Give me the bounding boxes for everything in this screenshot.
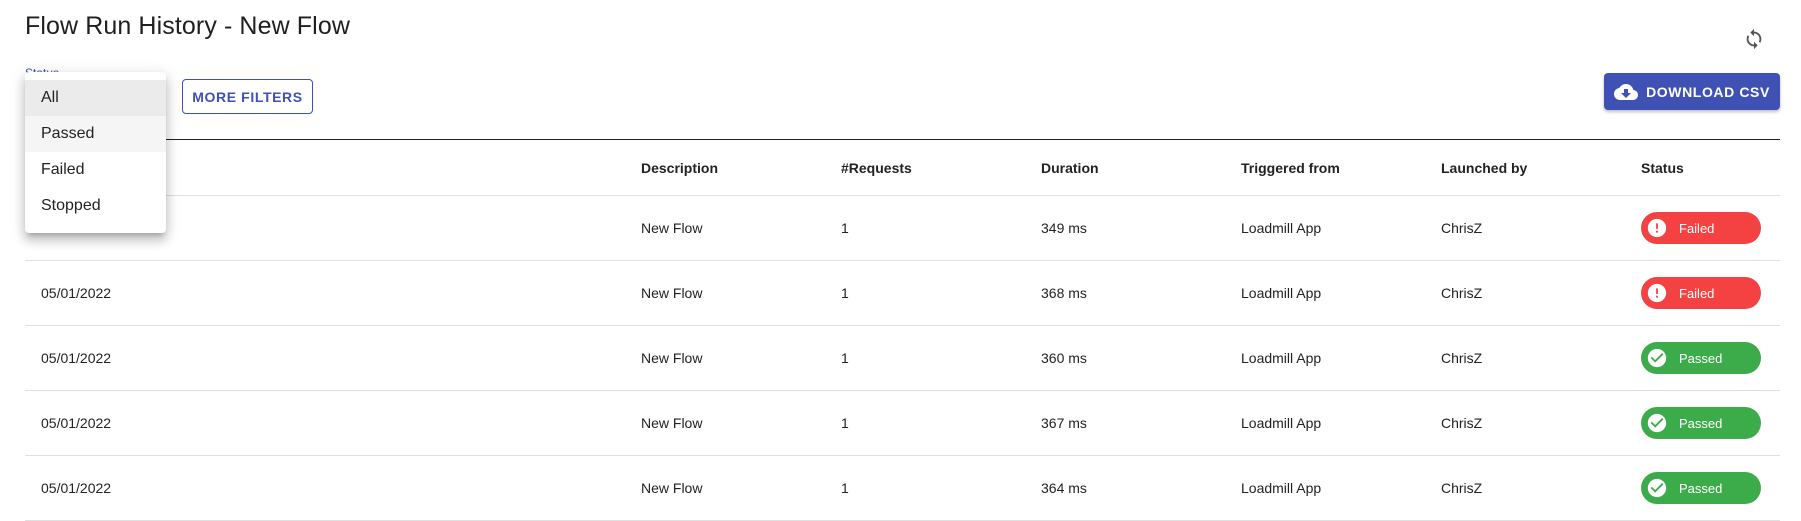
triggered-from-cell: Loadmill App: [1241, 415, 1322, 431]
column-header-launched-by[interactable]: Launched by: [1441, 140, 1527, 195]
description-cell: New Flow: [641, 415, 703, 431]
status-cell: Passed: [1641, 391, 1761, 455]
requests-count-cell: 1: [841, 480, 849, 496]
requests-count-cell: 1: [841, 220, 849, 236]
duration-cell: 349 ms: [1041, 220, 1087, 236]
refresh-icon: [1746, 28, 1762, 50]
status-badge: Failed: [1641, 277, 1761, 309]
run-date-cell: 05/01/2022: [41, 285, 112, 301]
status-cell: Passed: [1641, 326, 1761, 390]
duration-cell: 360 ms: [1041, 350, 1087, 366]
column-header-duration[interactable]: Duration: [1041, 140, 1099, 195]
description-cell: New Flow: [641, 220, 703, 236]
status-filter-menu: All Passed Failed Stopped: [25, 72, 166, 233]
requests-count-cell: 1: [841, 350, 849, 366]
page-title: Flow Run History - New Flow: [25, 12, 350, 40]
triggered-from-cell: Loadmill App: [1241, 480, 1322, 496]
status-option-failed[interactable]: Failed: [25, 152, 166, 188]
status-cell: Failed: [1641, 196, 1761, 260]
table-header-row: Description #Requests Duration Triggered…: [25, 139, 1780, 196]
launched-by-cell: ChrisZ: [1441, 285, 1483, 301]
triggered-from-cell: Loadmill App: [1241, 285, 1322, 301]
status-badge-label: Passed: [1679, 415, 1723, 431]
download-csv-label: DOWNLOAD CSV: [1646, 83, 1770, 100]
status-option-passed[interactable]: Passed: [25, 116, 166, 152]
launched-by-cell: ChrisZ: [1441, 480, 1483, 496]
status-badge-label: Failed: [1679, 285, 1715, 301]
table-row[interactable]: 05/01/2022 New Flow 1 368 ms Loadmill App Chr…: [25, 261, 1780, 326]
flow-runs-table: Description #Requests Duration Triggered…: [25, 139, 1780, 521]
run-date-cell: 05/01/2022: [41, 415, 112, 431]
table-row[interactable]: 05/01/2022 New Flow 1 367 ms Loadmill App Chr…: [25, 391, 1780, 456]
error-icon: [1644, 215, 1670, 241]
duration-cell: 364 ms: [1041, 480, 1087, 496]
launched-by-cell: ChrisZ: [1441, 350, 1483, 366]
cloud-download-icon: [1614, 83, 1639, 100]
table-row[interactable]: New Flow 1 349 ms Loadmill App ChrisZ Failed: [25, 196, 1780, 261]
requests-count-cell: 1: [841, 415, 849, 431]
table-row[interactable]: 05/01/2022 New Flow 1 364 ms Loadmill App Chr…: [25, 456, 1780, 521]
column-header-requests[interactable]: #Requests: [841, 140, 912, 195]
run-date-cell: 05/01/2022: [41, 480, 112, 496]
launched-by-cell: ChrisZ: [1441, 415, 1483, 431]
column-header-triggered-from[interactable]: Triggered from: [1241, 140, 1340, 195]
status-badge-label: Failed: [1679, 220, 1715, 236]
run-date-cell: 05/01/2022: [41, 350, 112, 366]
check-circle-icon: [1644, 345, 1670, 371]
status-badge: Failed: [1641, 212, 1761, 244]
status-cell: Failed: [1641, 261, 1761, 325]
description-cell: New Flow: [641, 480, 703, 496]
status-option-stopped[interactable]: Stopped: [25, 188, 166, 224]
duration-cell: 368 ms: [1041, 285, 1087, 301]
download-csv-button[interactable]: DOWNLOAD CSV: [1604, 73, 1780, 110]
check-circle-icon: [1644, 410, 1670, 436]
check-circle-icon: [1644, 475, 1670, 501]
status-badge: Passed: [1641, 407, 1761, 439]
description-cell: New Flow: [641, 285, 703, 301]
triggered-from-cell: Loadmill App: [1241, 220, 1322, 236]
launched-by-cell: ChrisZ: [1441, 220, 1483, 236]
column-header-description[interactable]: Description: [641, 140, 718, 195]
status-badge: Passed: [1641, 472, 1761, 504]
more-filters-button[interactable]: MORE FILTERS: [182, 79, 313, 114]
status-cell: Passed: [1641, 456, 1761, 520]
status-badge: Passed: [1641, 342, 1761, 374]
status-badge-label: Passed: [1679, 480, 1723, 496]
column-header-status[interactable]: Status: [1641, 140, 1684, 195]
table-row[interactable]: 05/01/2022 New Flow 1 360 ms Loadmill App Chr…: [25, 326, 1780, 391]
status-option-all[interactable]: All: [25, 80, 166, 116]
status-badge-label: Passed: [1679, 350, 1723, 366]
requests-count-cell: 1: [841, 285, 849, 301]
triggered-from-cell: Loadmill App: [1241, 350, 1322, 366]
refresh-button[interactable]: [1739, 24, 1769, 54]
duration-cell: 367 ms: [1041, 415, 1087, 431]
description-cell: New Flow: [641, 350, 703, 366]
error-icon: [1644, 280, 1670, 306]
